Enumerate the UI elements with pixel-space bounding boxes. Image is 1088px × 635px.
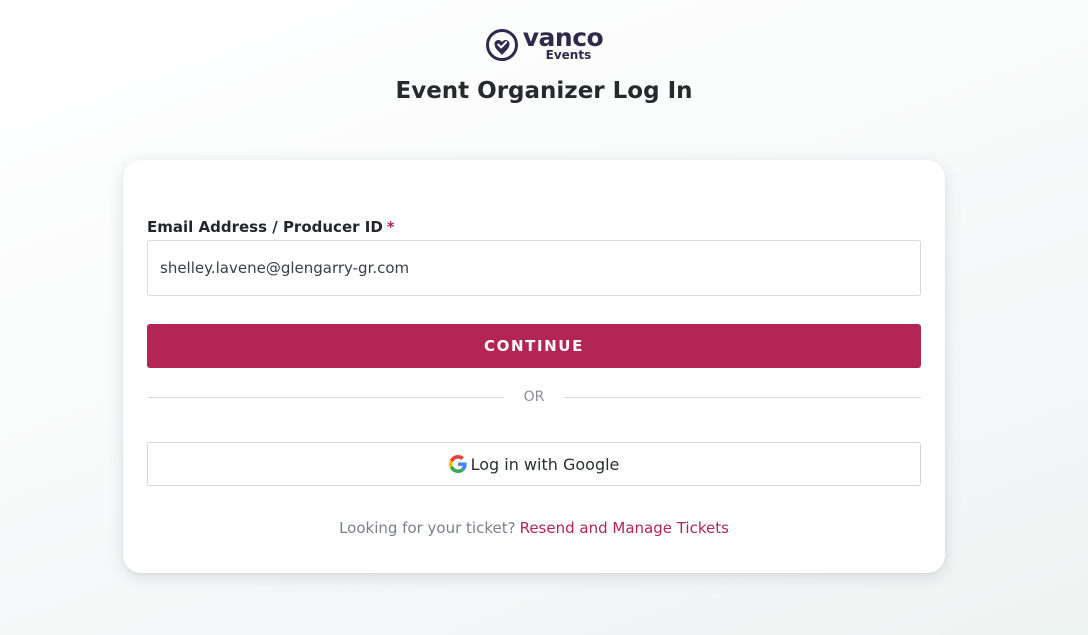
vanco-events-logo: vanco Events: [0, 23, 1088, 62]
ticket-help-row: Looking for your ticket? Resend and Manag…: [123, 517, 945, 539]
google-login-button[interactable]: Log in with Google: [147, 442, 921, 486]
email-label-text: Email Address / Producer ID: [147, 218, 383, 236]
logo-wordmark: vanco Events: [522, 23, 604, 62]
email-input[interactable]: [147, 240, 921, 296]
page-title: Event Organizer Log In: [395, 78, 693, 104]
heart-check-logo-icon: [485, 29, 518, 61]
resend-manage-tickets-link[interactable]: Resend and Manage Tickets: [520, 519, 729, 537]
required-marker: *: [386, 218, 395, 236]
ticket-prompt: Looking for your ticket?: [339, 519, 516, 537]
divider-line-right: [564, 396, 921, 398]
google-login-label: Log in with Google: [470, 454, 620, 474]
google-g-icon: [448, 455, 467, 473]
or-divider: OR: [147, 386, 921, 408]
divider-line-left: [147, 396, 504, 398]
continue-button[interactable]: CONTINUE: [147, 324, 921, 368]
or-text: OR: [523, 389, 545, 405]
email-field-label: Email Address / Producer ID *: [147, 217, 395, 237]
brand-sub: Events: [545, 48, 592, 62]
login-card: Email Address / Producer ID* CONTINUE OR…: [123, 160, 945, 573]
brand-name: vanco: [522, 23, 604, 52]
